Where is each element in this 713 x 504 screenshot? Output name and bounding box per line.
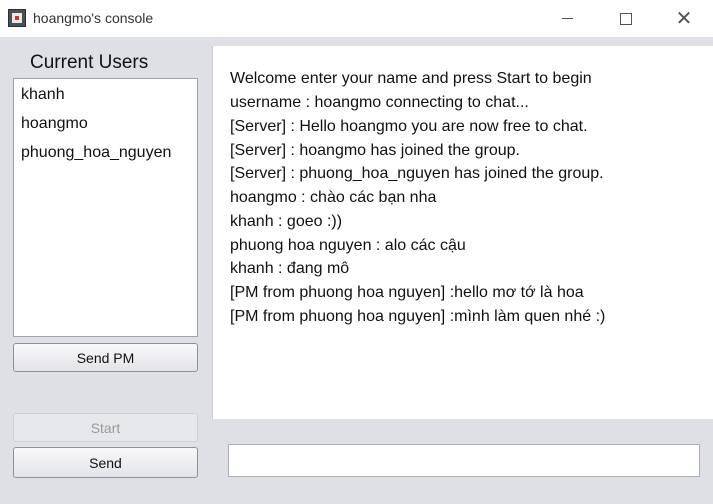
chat-line: hoangmo : chào các bạn nha — [230, 189, 437, 206]
user-item[interactable]: phuong_hoa_nguyen — [21, 144, 171, 162]
chat-line: Welcome enter your name and press Start … — [230, 70, 592, 87]
chat-line: khanh : goeo :)) — [230, 213, 343, 230]
user-item[interactable]: khanh — [21, 86, 65, 104]
close-button[interactable]: ✕ — [655, 0, 713, 37]
chat-line: [PM from phuong hoa nguyen] :mình làm qu… — [230, 308, 606, 325]
users-list[interactable]: khanh hoangmo phuong_hoa_nguyen — [13, 78, 198, 337]
maximize-button[interactable] — [597, 0, 655, 37]
close-icon: ✕ — [675, 7, 693, 30]
chat-line: [Server] : phuong_hoa_nguyen has joined … — [230, 165, 604, 182]
title-bar: hoangmo's console ✕ — [0, 0, 713, 37]
chat-log[interactable]: Welcome enter your name and press Start … — [212, 46, 713, 419]
current-users-label: Current Users — [30, 52, 149, 73]
chat-line: [Server] : hoangmo has joined the group. — [230, 142, 520, 159]
window-title: hoangmo's console — [33, 10, 154, 26]
chat-line: [PM from phuong hoa nguyen] :hello mơ tớ… — [230, 284, 584, 301]
send-button[interactable]: Send — [13, 447, 198, 478]
maximize-icon — [620, 12, 632, 25]
message-input[interactable] — [228, 444, 700, 477]
chat-line: username : hoangmo connecting to chat... — [230, 94, 529, 111]
chat-line: khanh : đang mô — [230, 260, 350, 277]
minimize-icon — [561, 18, 573, 19]
chat-line: phuong hoa nguyen : alo các cậu — [230, 237, 466, 254]
minimize-button[interactable] — [538, 0, 596, 37]
app-icon — [8, 9, 26, 27]
user-item[interactable]: hoangmo — [21, 115, 88, 133]
send-pm-button[interactable]: Send PM — [13, 343, 198, 372]
chat-line: [Server] : Hello hoangmo you are now fre… — [230, 118, 588, 135]
start-button[interactable]: Start — [13, 413, 198, 442]
